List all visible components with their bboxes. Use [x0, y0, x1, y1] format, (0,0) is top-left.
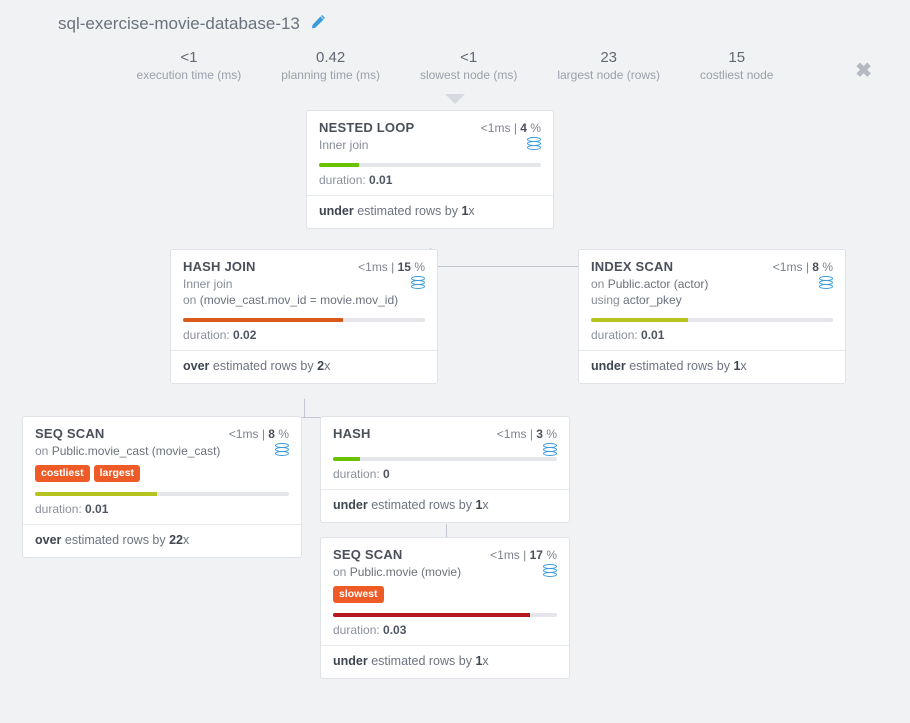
- stat-largest-node: 23 largest node (rows): [557, 48, 660, 82]
- index-name: actor_pkey: [623, 293, 682, 307]
- database-icon[interactable]: [527, 137, 541, 153]
- row-estimate: over estimated rows by 2x: [171, 351, 437, 383]
- node-index-scan[interactable]: INDEX SCAN <1ms | 8 % on Public.actor (a…: [578, 249, 846, 384]
- row-estimate: under estimated rows by 1x: [321, 646, 569, 678]
- database-icon[interactable]: [819, 276, 833, 292]
- node-seq-scan-movie[interactable]: SEQ SCAN <1ms | 17 % on Public.movie (mo…: [320, 537, 570, 679]
- stat-slowest-node: <1 slowest node (ms): [420, 48, 517, 82]
- scan-target: Public.actor (actor): [608, 277, 709, 291]
- node-subtitle: Inner join: [319, 138, 368, 152]
- database-icon[interactable]: [411, 276, 425, 292]
- duration-bar: [591, 318, 833, 322]
- duration-bar: [333, 613, 557, 617]
- row-estimate: under estimated rows by 1x: [321, 490, 569, 522]
- tag-slowest: slowest: [333, 586, 384, 603]
- duration-bar: [35, 492, 289, 496]
- close-icon[interactable]: ✖: [855, 58, 872, 83]
- scan-target: Public.movie_cast (movie_cast): [52, 444, 221, 458]
- node-metrics: <1ms | 15 %: [358, 260, 425, 274]
- duration-bar: [333, 457, 557, 461]
- database-icon[interactable]: [543, 443, 557, 459]
- scan-target: Public.movie (movie): [350, 565, 461, 579]
- node-metrics: <1ms | 8 %: [773, 260, 833, 274]
- node-metrics: <1ms | 3 %: [497, 427, 557, 441]
- edit-icon[interactable]: [310, 15, 325, 34]
- row-estimate: under estimated rows by 1x: [579, 351, 845, 383]
- database-icon[interactable]: [543, 564, 557, 580]
- tag-largest: largest: [94, 465, 140, 482]
- stat-execution-time: <1 execution time (ms): [137, 48, 242, 82]
- node-hash-join[interactable]: HASH JOIN <1ms | 15 % Inner join on (mov…: [170, 249, 438, 384]
- summary-stats: <1 execution time (ms) 0.42 planning tim…: [0, 40, 910, 94]
- node-title: SEQ SCAN: [333, 547, 403, 562]
- stat-costliest-node: 15 costliest node: [700, 48, 773, 82]
- node-hash[interactable]: HASH <1ms | 3 % duration: 0 under estima…: [320, 416, 570, 523]
- page-title: sql-exercise-movie-database-13: [58, 14, 300, 34]
- duration-bar: [183, 318, 425, 322]
- node-title: NESTED LOOP: [319, 120, 414, 135]
- node-metrics: <1ms | 4 %: [481, 121, 541, 135]
- duration-bar: [319, 163, 541, 167]
- pointer-icon: [445, 94, 465, 104]
- row-estimate: over estimated rows by 22x: [23, 525, 301, 557]
- node-title: INDEX SCAN: [591, 259, 673, 274]
- node-metrics: <1ms | 17 %: [490, 548, 557, 562]
- stat-planning-time: 0.42 planning time (ms): [281, 48, 380, 82]
- tag-costliest: costliest: [35, 465, 90, 482]
- node-title: SEQ SCAN: [35, 426, 105, 441]
- node-seq-scan-movie-cast[interactable]: SEQ SCAN <1ms | 8 % on Public.movie_cast…: [22, 416, 302, 558]
- join-condition: (movie_cast.mov_id = movie.mov_id): [200, 293, 398, 307]
- node-title: HASH JOIN: [183, 259, 256, 274]
- node-metrics: <1ms | 8 %: [229, 427, 289, 441]
- database-icon[interactable]: [275, 443, 289, 459]
- row-estimate: under estimated rows by 1x: [307, 196, 553, 228]
- node-nested-loop[interactable]: NESTED LOOP <1ms | 4 % Inner join durati…: [306, 110, 554, 229]
- node-title: HASH: [333, 426, 371, 441]
